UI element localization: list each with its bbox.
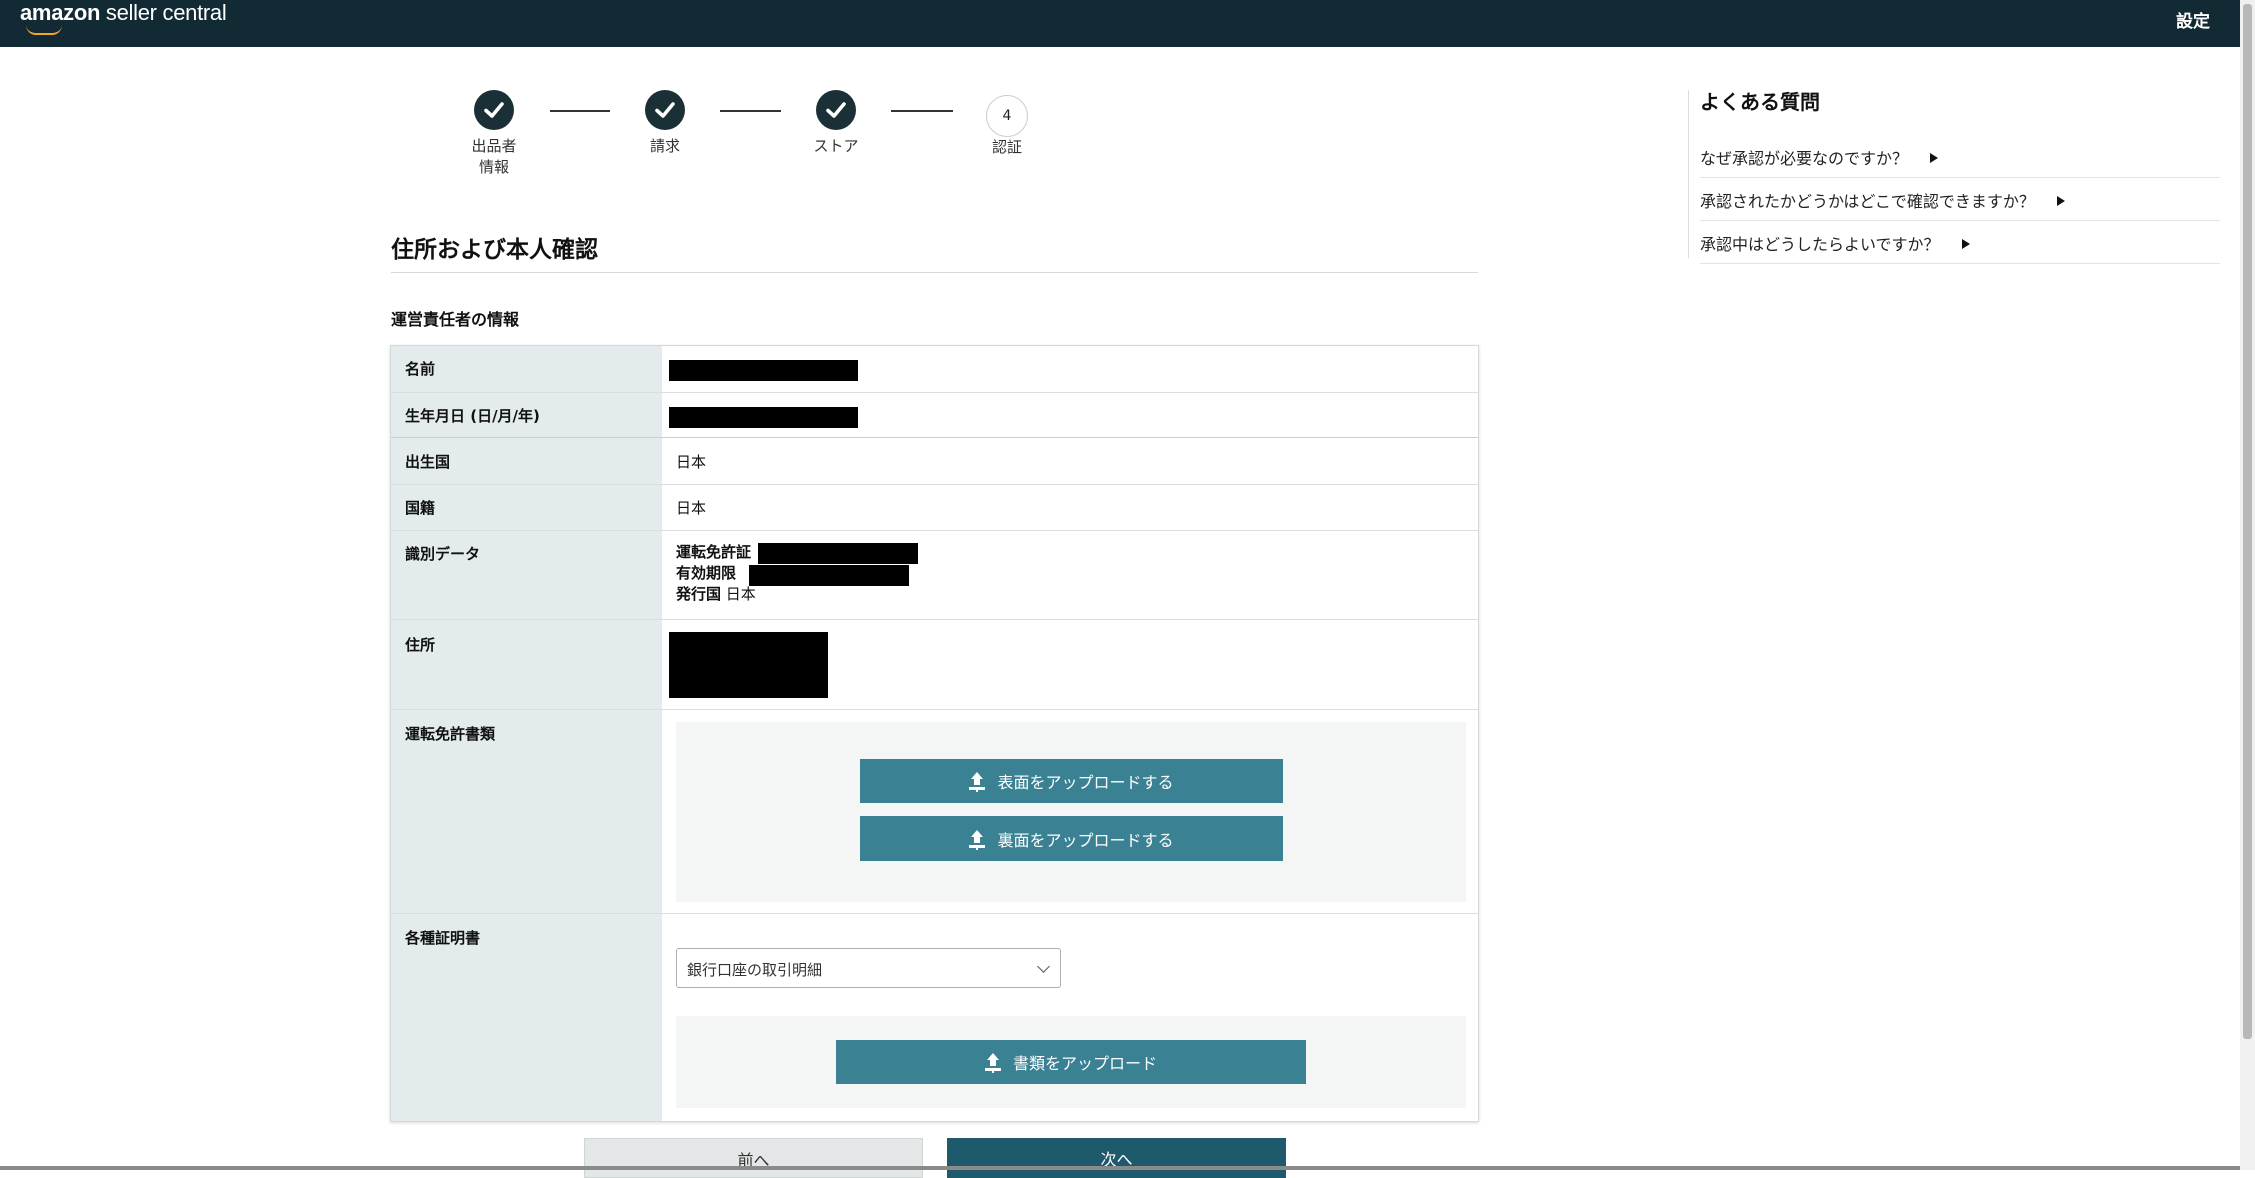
certificate-type-selected: 銀行口座の取引明細	[687, 961, 823, 979]
previous-button[interactable]: 前へ	[584, 1138, 923, 1178]
step-complete-check-icon	[474, 90, 514, 130]
step-complete-check-icon	[645, 90, 685, 130]
upload-back-label: 裏面をアップロードする	[997, 830, 1174, 850]
expand-arrow-icon	[1961, 239, 1970, 249]
faq-title: よくある質問	[1700, 90, 1820, 114]
faq-divider	[1688, 90, 1689, 258]
step-number-badge: 4	[986, 95, 1028, 137]
expand-arrow-icon	[2056, 196, 2065, 206]
dob-label: 生年月日 (日/月/年)	[405, 407, 540, 425]
table-row-nationality: 国籍 日本	[391, 484, 1478, 531]
faq-item-text: 承認されたかどうかはどこで確認できますか？	[1700, 192, 2035, 211]
faq-item[interactable]: なぜ承認が必要なのですか？	[1700, 145, 2220, 178]
section-title: 運営責任者の情報	[391, 310, 520, 329]
logo-primary-text: amazon	[20, 0, 101, 25]
upload-front-button[interactable]: 表面をアップロードする	[860, 759, 1283, 803]
license-upload-panel: 表面をアップロードする 裏面をアップロードする	[676, 722, 1466, 902]
step-verification: 4 認証	[947, 95, 1067, 158]
page-title: 住所および本人確認	[391, 237, 598, 263]
chevron-down-icon	[1037, 960, 1050, 973]
address-label: 住所	[405, 636, 436, 654]
seller-central-logo[interactable]: amazon seller central	[20, 0, 227, 35]
step-store: ストア	[776, 90, 896, 157]
nationality-label: 国籍	[405, 499, 436, 517]
expand-arrow-icon	[1930, 153, 1939, 163]
next-button[interactable]: 次へ	[947, 1138, 1286, 1178]
redacted-dob-value	[669, 407, 858, 428]
birth-country-label: 出生国	[405, 453, 451, 471]
faq-item-text: なぜ承認が必要なのですか？	[1700, 149, 1909, 168]
step-label: 請求	[649, 137, 680, 155]
id-data-details: 運転免許証 有効期限 発行国 日本	[676, 542, 756, 605]
top-navigation-bar: amazon seller central 設定	[0, 0, 2240, 47]
license-documents-label: 運転免許書類	[405, 725, 496, 743]
table-row-id-data: 識別データ 運転免許証 有効期限 発行国 日本	[391, 530, 1478, 620]
redacted-license-number	[758, 543, 918, 564]
step-number: 4	[1002, 108, 1012, 124]
faq-item-text: 承認中はどうしたらよいですか？	[1700, 235, 1940, 254]
redacted-name-value	[669, 360, 858, 381]
upload-front-label: 表面をアップロードする	[997, 773, 1174, 792]
nationality-value: 日本	[676, 499, 707, 517]
table-row-address: 住所	[391, 619, 1478, 710]
logo-secondary-text: seller central	[100, 0, 227, 25]
license-label: 運転免許証	[676, 543, 752, 561]
faq-item[interactable]: 承認されたかどうかはどこで確認できますか？	[1700, 188, 2220, 221]
upload-document-button[interactable]: 書類をアップロード	[836, 1040, 1306, 1084]
certificate-upload-panel: 書類をアップロード	[676, 1016, 1466, 1108]
amazon-smile-icon	[26, 25, 62, 35]
step-label: ストア	[813, 137, 859, 155]
table-row-name: 名前	[391, 346, 1478, 392]
certificate-type-select[interactable]: 銀行口座の取引明細	[676, 948, 1061, 988]
expiry-label: 有効期限	[676, 564, 737, 582]
birth-country-value: 日本	[676, 453, 707, 471]
settings-link[interactable]: 設定	[2176, 7, 2210, 32]
step-label: 出品者 情報	[471, 137, 517, 176]
faq-item[interactable]: 承認中はどうしたらよいですか？	[1700, 231, 2220, 264]
name-label: 名前	[405, 360, 436, 378]
step-connector	[550, 110, 610, 112]
certificates-label: 各種証明書	[405, 929, 481, 947]
issuer-label: 発行国	[676, 585, 722, 603]
redacted-address-value	[669, 632, 828, 698]
upload-icon	[969, 829, 986, 848]
title-divider	[391, 272, 1478, 273]
upload-icon	[984, 1053, 1001, 1071]
upload-icon	[969, 772, 986, 790]
window-bottom-edge	[0, 1166, 2240, 1170]
scrollbar-thumb[interactable]	[2243, 4, 2252, 1039]
operator-info-table: 名前 生年月日 (日/月/年) 出生国 日本 国籍 日本 識別データ 運転免許証…	[390, 345, 1479, 1122]
upload-back-button[interactable]: 裏面をアップロードする	[860, 816, 1283, 861]
vertical-scrollbar[interactable]	[2240, 0, 2255, 1170]
issuer-value: 日本	[725, 585, 756, 603]
step-connector	[891, 110, 953, 112]
table-row-birth-country: 出生国 日本	[391, 437, 1478, 485]
table-row-license-documents: 運転免許書類 表面をアップロードする 裏面をアップロードする	[391, 709, 1478, 914]
upload-document-label: 書類をアップロード	[1012, 1054, 1157, 1073]
step-billing: 請求	[605, 90, 725, 157]
redacted-expiry-date	[749, 565, 909, 586]
step-connector	[720, 110, 781, 112]
id-data-label: 識別データ	[405, 545, 481, 563]
table-row-dob: 生年月日 (日/月/年)	[391, 392, 1478, 438]
step-seller-info: 出品者 情報	[434, 90, 554, 178]
step-complete-check-icon	[816, 90, 856, 130]
step-label: 認証	[991, 138, 1022, 156]
